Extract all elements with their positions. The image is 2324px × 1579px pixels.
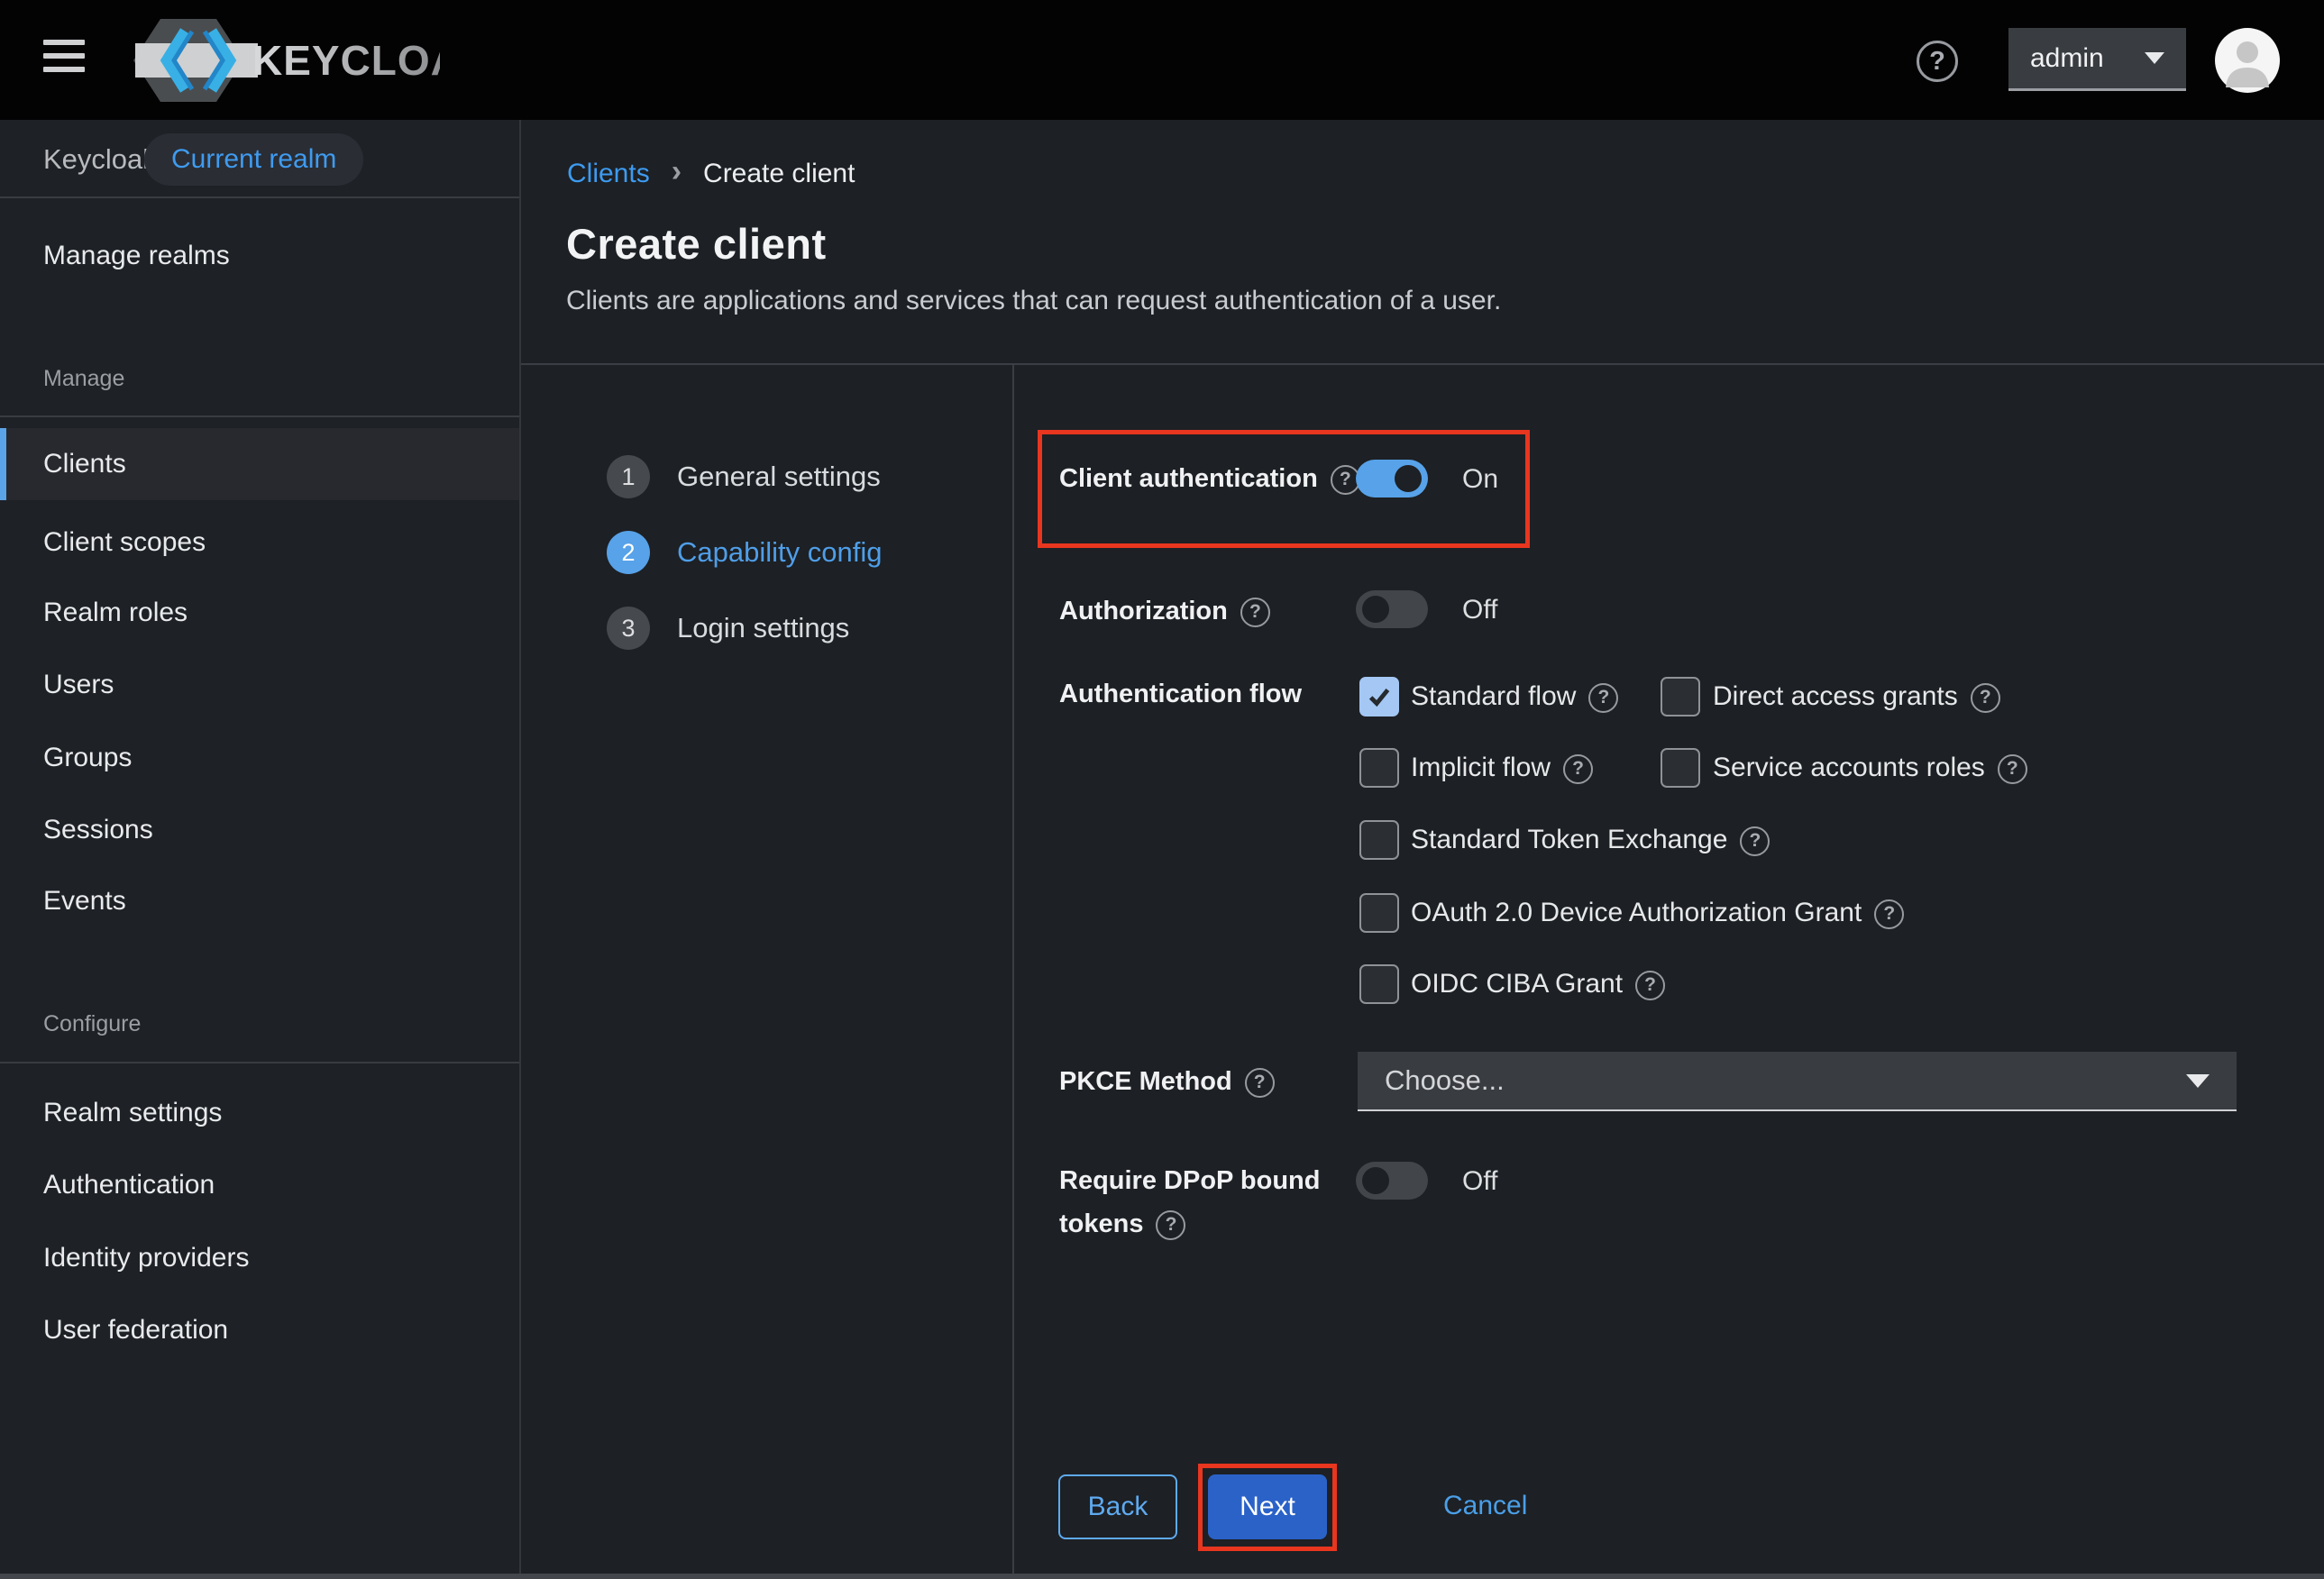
dpop-toggle[interactable] [1356, 1162, 1428, 1200]
help-icon[interactable] [1874, 899, 1904, 929]
checkmark-icon [1366, 683, 1393, 710]
chevron-down-icon [2145, 52, 2164, 64]
sidebar-item-realm-roles[interactable]: Realm roles [0, 577, 519, 649]
direct-access-grants-label: Direct access grants [1713, 677, 2000, 716]
divider [1012, 365, 1014, 1579]
sidebar-nav: Keycloak Current realm Manage realms Man… [0, 120, 521, 1579]
wizard-step-general-settings[interactable]: 1 General settings [607, 455, 881, 498]
pkce-method-select[interactable]: Choose... [1358, 1052, 2237, 1111]
help-icon[interactable] [1156, 1210, 1185, 1240]
wizard-step-login-settings[interactable]: 3 Login settings [607, 607, 849, 650]
checkbox-service-accounts-roles[interactable] [1661, 748, 1700, 788]
breadcrumb: Clients › Create client [567, 159, 855, 189]
page-subtitle: Clients are applications and services th… [566, 286, 1501, 316]
checkbox-oauth-device-authorization-grant[interactable] [1359, 893, 1399, 933]
pkce-method-label: PKCE Method [1059, 1060, 1370, 1103]
help-icon[interactable]: ? [1917, 41, 1958, 82]
divider [0, 1062, 519, 1063]
main-content: Clients › Create client Create client Cl… [521, 120, 2324, 1579]
client-authentication-label: Client authentication [1059, 457, 1370, 500]
help-icon[interactable] [1563, 754, 1593, 784]
checkbox-direct-access-grants[interactable] [1661, 677, 1700, 716]
dpop-state: Off [1462, 1166, 1497, 1197]
oidc-ciba-grant-label: OIDC CIBA Grant [1411, 964, 1665, 1004]
section-label-configure: Configure [43, 1011, 141, 1037]
client-authentication-toggle[interactable] [1356, 460, 1428, 497]
sidebar-item-user-federation[interactable]: User federation [0, 1294, 519, 1366]
help-icon[interactable] [1971, 683, 2000, 713]
breadcrumb-current: Create client [703, 159, 855, 189]
step-label: General settings [677, 461, 881, 493]
keycloak-admin-console: KEYCLOAK ? admin Keycloak Current realm … [0, 0, 2324, 1579]
step-number: 1 [607, 455, 650, 498]
divider [0, 415, 519, 417]
authorization-state: Off [1462, 595, 1497, 625]
help-icon[interactable] [1998, 754, 2027, 784]
sidebar-item-users[interactable]: Users [0, 649, 519, 721]
dpop-label: Require DPoP bound tokens [1059, 1159, 1330, 1246]
standard-flow-label: Standard flow [1411, 677, 1618, 716]
cancel-link[interactable]: Cancel [1443, 1491, 1527, 1521]
hamburger-menu-icon[interactable] [43, 40, 85, 81]
next-button[interactable]: Next [1208, 1474, 1327, 1539]
sidebar-item-client-scopes[interactable]: Client scopes [0, 507, 519, 579]
checkbox-standard-flow[interactable] [1359, 677, 1399, 716]
help-icon[interactable] [1740, 826, 1770, 856]
section-label-manage: Manage [43, 366, 124, 392]
step-number: 3 [607, 607, 650, 650]
pkce-method-value: Choose... [1385, 1064, 2186, 1097]
sidebar-item-events[interactable]: Events [0, 865, 519, 937]
user-menu-label: admin [2030, 43, 2145, 74]
help-icon[interactable] [1635, 971, 1665, 1000]
top-bar: KEYCLOAK ? admin [0, 0, 2324, 120]
sidebar-item-manage-realms[interactable]: Manage realms [0, 220, 519, 292]
authorization-label: Authorization [1059, 589, 1370, 633]
step-label: Login settings [677, 612, 849, 644]
oauth-device-authorization-grant-label: OAuth 2.0 Device Authorization Grant [1411, 893, 1904, 933]
brand-text: KEYCLOAK [252, 37, 440, 84]
page-title: Create client [566, 219, 827, 269]
breadcrumb-clients-link[interactable]: Clients [567, 159, 650, 189]
help-icon[interactable] [1588, 683, 1618, 713]
help-icon[interactable] [1240, 598, 1270, 627]
help-icon[interactable] [1245, 1068, 1275, 1098]
realm-switcher: Keycloak Current realm [0, 120, 519, 196]
step-number: 2 [607, 531, 650, 574]
current-realm-badge[interactable]: Current realm [144, 133, 363, 186]
keycloak-logo: KEYCLOAK [133, 17, 440, 108]
authentication-flow-label: Authentication flow [1059, 672, 1370, 716]
client-authentication-state: On [1462, 464, 1498, 495]
window-bottom-edge [0, 1574, 2324, 1579]
sidebar-item-authentication[interactable]: Authentication [0, 1149, 519, 1221]
divider [521, 363, 2324, 365]
avatar[interactable] [2215, 28, 2280, 93]
authorization-toggle[interactable] [1356, 590, 1428, 628]
sidebar-item-clients[interactable]: Clients [0, 428, 519, 500]
checkbox-oidc-ciba-grant[interactable] [1359, 964, 1399, 1004]
checkbox-standard-token-exchange[interactable] [1359, 820, 1399, 860]
standard-token-exchange-label: Standard Token Exchange [1411, 820, 1770, 860]
product-label: Keycloak [43, 143, 157, 176]
user-menu-dropdown[interactable]: admin [2008, 28, 2186, 91]
sidebar-item-identity-providers[interactable]: Identity providers [0, 1222, 519, 1294]
implicit-flow-label: Implicit flow [1411, 748, 1593, 788]
chevron-down-icon [2186, 1074, 2210, 1088]
sidebar-item-groups[interactable]: Groups [0, 722, 519, 794]
back-button[interactable]: Back [1058, 1474, 1177, 1539]
sidebar-item-sessions[interactable]: Sessions [0, 794, 519, 866]
checkbox-implicit-flow[interactable] [1359, 748, 1399, 788]
wizard-step-capability-config[interactable]: 2 Capability config [607, 531, 882, 574]
sidebar-item-realm-settings[interactable]: Realm settings [0, 1077, 519, 1149]
step-label: Capability config [677, 536, 882, 569]
divider [0, 196, 519, 198]
chevron-right-icon: › [672, 158, 682, 185]
service-accounts-roles-label: Service accounts roles [1713, 748, 2027, 788]
